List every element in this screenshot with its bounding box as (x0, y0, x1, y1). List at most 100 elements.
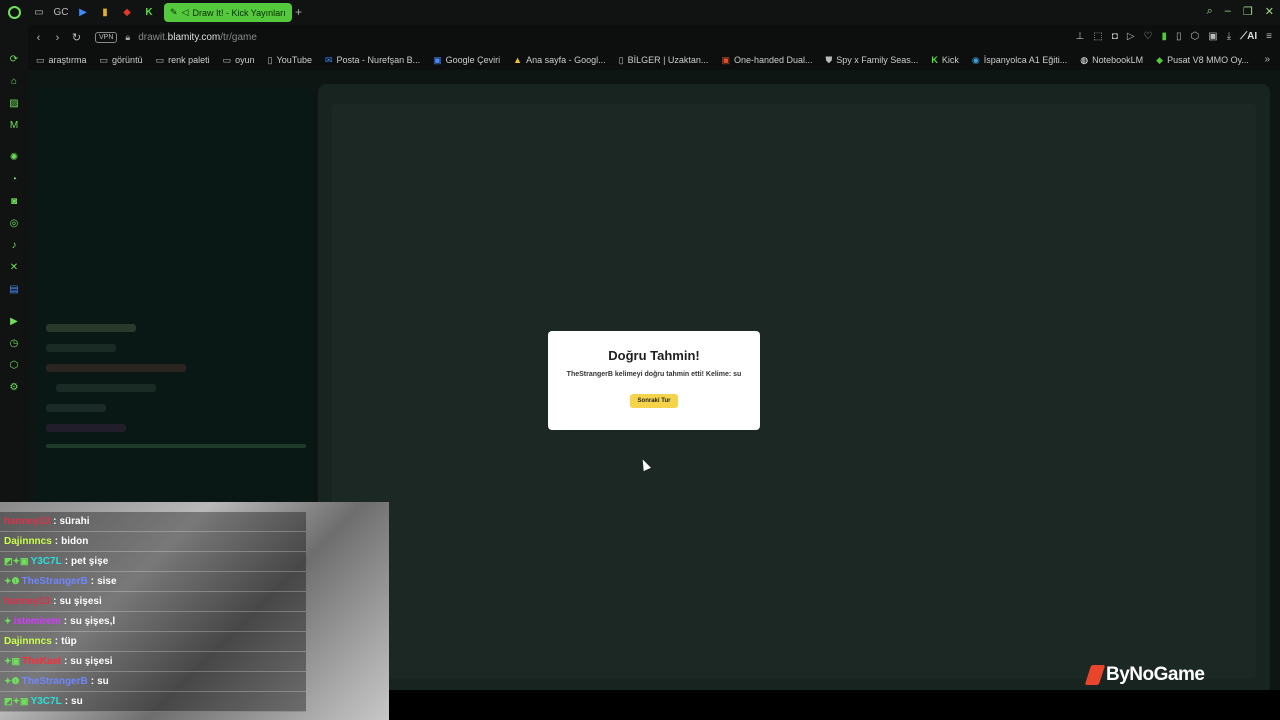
chat-badges-icon: ✦❶ (4, 676, 20, 686)
bookmark-item[interactable]: ▭ renk paleti (156, 55, 210, 66)
chat-badges-icon: ◩✦▣ (4, 556, 29, 566)
bookmark-item[interactable]: ◆ Pusat V8 MMO Oy... (1156, 55, 1249, 66)
bookmark-item[interactable]: ▭ araştırma (36, 55, 87, 66)
chat-badges-icon: ✦❶ (4, 576, 20, 586)
extensions-icon[interactable]: ⬡ (7, 359, 21, 373)
bookmark-item[interactable]: K Kick (931, 55, 959, 65)
bookmark-item[interactable]: ▭ görüntü (100, 55, 143, 66)
opera-logo-icon[interactable] (0, 0, 28, 25)
bookmark-item[interactable]: ▲ Ana sayfa - Googl... (513, 55, 605, 65)
bookmark-label: NotebookLM (1092, 55, 1144, 65)
bookmark-label: İspanyolca A1 Eğiti... (983, 55, 1068, 65)
bookmark-label: Kick (941, 55, 959, 65)
tiktok-icon[interactable]: ♪ (7, 239, 21, 253)
snapshot-icon[interactable]: ⬚ (1093, 31, 1102, 42)
active-tab-title: Draw It! - Kick Yayınları (192, 7, 286, 18)
page-icon[interactable]: ▮ (1162, 31, 1168, 42)
globe-icon: ◉ (971, 54, 980, 65)
instagram-icon[interactable]: ◎ (7, 217, 21, 231)
kick-icon: K (931, 55, 938, 65)
opera-sidebar: ⟳ ⌂ ▨ M ✺ ◔ ◙ ◎ ♪ ✕ ▤ ▶ ◷ ⬡ ⚙ (0, 25, 28, 505)
image-ext-icon[interactable]: ▣ (1208, 31, 1217, 42)
bookmark-item[interactable]: ✉ Posta - Nurefşan B... (325, 55, 420, 66)
diamond-icon[interactable]: ◆ (116, 0, 138, 25)
bookmark-item[interactable]: ▭ oyun (223, 55, 255, 66)
speaker-icon[interactable]: ◁ (182, 7, 189, 18)
next-round-button[interactable]: Sonraki Tur (629, 394, 679, 408)
chat-separator: : (63, 656, 68, 667)
whatsapp-icon[interactable]: ◔ (7, 173, 21, 187)
url-path: /tr/game (220, 32, 257, 43)
discord-icon[interactable]: ◙ (7, 195, 21, 209)
toolbar-right: ⊥ ⬚ ◘ ▷ ♡ ▮ ▯ ⬡ ▣ ⤓ ⟋AI ≡ (1076, 31, 1272, 42)
bookmark-item[interactable]: ▣ One-handed Dual... (721, 55, 812, 66)
chat-username[interactable]: TheStrangerB (22, 676, 88, 687)
history-icon[interactable]: ◷ (7, 337, 21, 351)
chat-username[interactable]: hanney13 (4, 596, 50, 607)
bookmark-item[interactable]: ◍ NotebookLM (1080, 55, 1143, 66)
bookmarks-overflow-icon[interactable]: » (1264, 54, 1270, 65)
search-tabs-icon[interactable]: ⌕ (1207, 5, 1213, 18)
pinned-tab-kick[interactable]: K (138, 0, 160, 25)
download-icon[interactable]: ⤓ (1227, 31, 1231, 42)
url-prefix: drawit. (138, 32, 168, 43)
close-icon[interactable]: ✕ (1265, 5, 1274, 18)
bookmark-label: Posta - Nurefşan B... (336, 55, 421, 65)
chat-username[interactable]: Dajinnncs (4, 636, 52, 647)
restore-icon[interactable]: ❐ (1243, 5, 1253, 18)
chat-username[interactable]: hanney13 (4, 516, 50, 527)
page-icon: ▯ (618, 54, 624, 65)
wallet-icon[interactable]: ▨ (7, 97, 21, 111)
folder-icon: ▭ (155, 54, 165, 65)
blurred-player-row (46, 324, 136, 332)
active-tab[interactable]: ✎ ◁ Draw It! - Kick Yayınları (164, 3, 292, 22)
bookmark-item[interactable]: ▣ Google Çeviri (433, 55, 500, 66)
bookmark-item[interactable]: ◉ İspanyolca A1 Eğiti... (972, 55, 1067, 66)
pinned-tab-gc[interactable]: GC (50, 0, 72, 25)
music-icon[interactable]: M (7, 119, 21, 133)
new-tab-icon[interactable]: + (295, 5, 302, 19)
forward-icon[interactable]: › (49, 32, 66, 44)
players-panel (36, 88, 312, 508)
url-field[interactable]: drawit.blamity.com/tr/game (138, 32, 257, 43)
ticket-icon[interactable]: ▭ (28, 0, 50, 25)
window-controls: ⌕ – ❐ ✕ (1207, 5, 1274, 18)
menu-icon[interactable]: ≡ (1266, 31, 1272, 42)
player-icon[interactable]: ▷ (1127, 31, 1135, 42)
chat-message: Dajinnncs: bidon (0, 532, 306, 552)
chat-username[interactable]: Dajinnncs (4, 536, 52, 547)
x-icon[interactable]: ✕ (7, 261, 21, 275)
chat-badges-icon: ◩✦▣ (4, 696, 29, 706)
bookmark-item[interactable]: ⛊ Spy x Family Seas... (826, 55, 919, 66)
pocket-icon[interactable]: ◘ (1112, 31, 1118, 42)
chat-username[interactable]: Y3C7L (31, 556, 62, 567)
chatgpt-icon[interactable]: ⟳ (7, 53, 21, 67)
settings-icon[interactable]: ⚙ (7, 381, 21, 395)
bars-icon[interactable]: ▮ (94, 0, 116, 25)
bookmark-item[interactable]: ▯ BİLGER | Uzaktan... (619, 55, 709, 66)
reload-icon[interactable]: ↻ (68, 31, 85, 44)
back-icon[interactable]: ‹ (30, 32, 47, 44)
extensions-icon[interactable]: ⬡ (1191, 31, 1200, 42)
page-doc-icon[interactable]: ▯ (1176, 31, 1182, 42)
news-icon[interactable]: ▤ (7, 283, 21, 297)
chat-username[interactable]: TheStrangerB (22, 576, 88, 587)
ai-button[interactable]: ⟋AI (1240, 31, 1257, 42)
bookmark-label: YouTube (276, 55, 312, 65)
pin-icon[interactable]: ⊥ (1076, 31, 1085, 42)
openai-icon[interactable]: ✺ (7, 151, 21, 165)
canvas-area (318, 84, 1270, 694)
chat-username[interactable]: istemirem (14, 616, 61, 627)
play-icon[interactable]: ▶ (72, 0, 94, 25)
lock-icon[interactable]: 🔒︎ (125, 32, 130, 43)
bag-icon[interactable]: ⌂ (7, 75, 21, 89)
image-icon: ▣ (721, 54, 730, 65)
minimize-icon[interactable]: – (1225, 5, 1231, 18)
bookmark-item[interactable]: ▯ YouTube (268, 55, 312, 66)
chat-username[interactable]: TheKael (22, 656, 61, 667)
heart-icon[interactable]: ♡ (1144, 31, 1153, 42)
vpn-badge[interactable]: VPN (95, 32, 118, 43)
player-icon[interactable]: ▶ (7, 315, 21, 329)
modal-title: Doğru Tahmin! (608, 348, 700, 363)
chat-username[interactable]: Y3C7L (31, 696, 62, 707)
